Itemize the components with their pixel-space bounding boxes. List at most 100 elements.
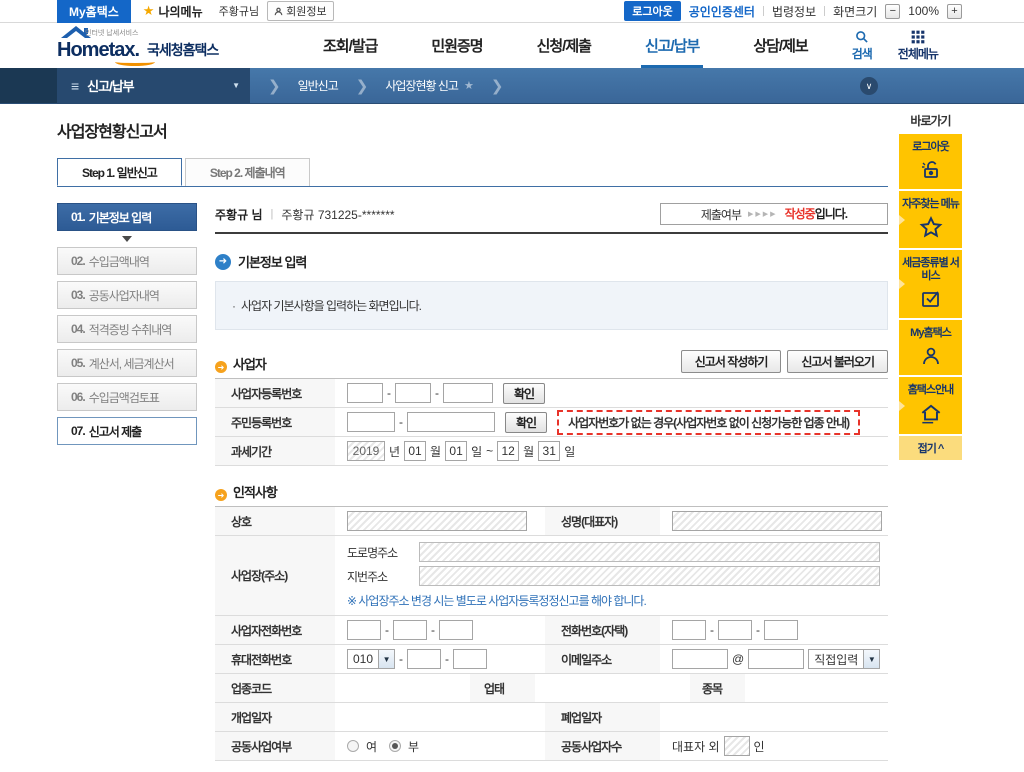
sidebar-step-06-review[interactable]: 06. 수입금액검토표: [57, 383, 197, 411]
all-menu-button[interactable]: 전체메뉴: [898, 30, 938, 62]
resident-reg-no-label: 주민등록번호: [215, 408, 335, 436]
write-report-button[interactable]: 신고서 작성하기: [681, 350, 782, 373]
dash: -: [399, 415, 403, 429]
nav-apply-submit[interactable]: 신청/제출: [537, 23, 591, 68]
tab-step1-general[interactable]: Step 1. 일반신고: [57, 158, 182, 186]
mobile-phone-label: 휴대전화번호: [215, 645, 335, 673]
dash: -: [435, 386, 439, 400]
email-id-input[interactable]: [672, 649, 728, 669]
load-report-button[interactable]: 신고서 불러오기: [787, 350, 888, 373]
sidebar-step-02-income[interactable]: 02. 수입금액내역: [57, 247, 197, 275]
sidebar-step-04-evidence[interactable]: 04. 적격증빙 수취내역: [57, 315, 197, 343]
breadcrumb-item-general[interactable]: 일반신고: [298, 77, 338, 94]
favorite-star-icon[interactable]: ★: [464, 79, 473, 92]
nav-civil-cert[interactable]: 민원증명: [431, 23, 482, 68]
quickbar-collapse-button[interactable]: 접기 ^: [899, 436, 962, 460]
header-tools: 검색 전체메뉴: [852, 30, 938, 62]
chevron-down-icon: ▼: [232, 81, 240, 90]
biz-reg-no-part3-input[interactable]: [443, 383, 493, 403]
top-right-tools: 로그아웃 공인인증센터 법령정보 화면크기 − 100% +: [624, 1, 962, 21]
step-tabs: Step 1. 일반신고 Step 2. 제출내역: [57, 158, 888, 187]
biz-phone-part2-input[interactable]: [393, 620, 427, 640]
biz-phone-part1-input[interactable]: [347, 620, 381, 640]
form-area: 주황규 님 | 주황규 731225-******* 제출여부 ▶▶▶▶ 작성중…: [215, 203, 888, 772]
end-month-input[interactable]: [497, 441, 519, 461]
rrn-part1-input[interactable]: [347, 412, 395, 432]
rrn-part2-input[interactable]: [407, 412, 495, 432]
mobile-prefix-select[interactable]: 010 ▼: [347, 649, 395, 669]
main-nav: 조회/발급 민원증명 신청/제출 신고/납부 상담/제보: [323, 23, 808, 68]
quickbar-logout[interactable]: 로그아웃: [899, 134, 962, 189]
sidebar-step-05-invoices[interactable]: 05. 계산서, 세금계산서: [57, 349, 197, 377]
breadcrumb-expand-button[interactable]: ∨: [860, 77, 878, 95]
confirm-biz-no-button[interactable]: 확인: [503, 383, 545, 404]
mobile-prefix-value: 010: [348, 652, 378, 666]
user-rrn: 주황규 731225-*******: [281, 206, 394, 223]
unit-year: 년: [389, 443, 400, 460]
unlock-icon: [919, 158, 943, 182]
sidebar-step-07-submit[interactable]: 07. 신고서 제출: [57, 417, 197, 445]
search-button[interactable]: 검색: [852, 30, 872, 62]
law-info-link[interactable]: 법령정보: [772, 3, 816, 20]
member-info-button[interactable]: 회원정보: [267, 1, 333, 21]
subsection-arrow-icon: ➜: [215, 489, 227, 501]
arrow-icons: ▶▶▶▶: [748, 210, 778, 218]
house-icon: [918, 401, 944, 427]
logo-tagline: 인터넷 납세서비스: [85, 28, 138, 38]
quickbar-hometax-guide[interactable]: 홈택스안내: [899, 377, 962, 434]
quickbar-item-label: 로그아웃: [912, 141, 948, 154]
start-day-input[interactable]: [445, 441, 467, 461]
no-biz-number-notice[interactable]: 사업자번호가 없는 경우(사업자번호 없이 신청가능한 업종 안내): [557, 410, 860, 435]
zoom-out-button[interactable]: −: [885, 4, 900, 19]
nav-consult-report[interactable]: 상담/제보: [753, 23, 807, 68]
star-icon: ★: [143, 3, 155, 19]
mobile-part2-input[interactable]: [407, 649, 441, 669]
biz-reg-no-part1-input[interactable]: [347, 383, 383, 403]
start-month-input[interactable]: [404, 441, 426, 461]
home-phone-part3-input[interactable]: [764, 620, 798, 640]
mobile-part3-input[interactable]: [453, 649, 487, 669]
road-address-input: [419, 542, 880, 562]
tax-year-input: [347, 441, 385, 461]
breadcrumb-item-business-status[interactable]: 사업장현황 신고: [385, 77, 458, 94]
biz-phone-part3-input[interactable]: [439, 620, 473, 640]
end-day-input[interactable]: [538, 441, 560, 461]
breadcrumb-menu-select[interactable]: ≡ 신고/납부 ▼: [57, 68, 250, 104]
address-change-note: ※ 사업장주소 변경 시는 별도로 사업자등록정정신고를 해야 합니다.: [347, 592, 888, 609]
sidebar-step-03-joint[interactable]: 03. 공동사업자내역: [57, 281, 197, 309]
ceo-name-label: 성명(대표자): [545, 507, 660, 535]
header: 인터넷 납세서비스 Hometax. 국세청홈택스 조회/발급 민원증명 신청/…: [0, 23, 1024, 68]
my-menu-link[interactable]: 나의메뉴: [158, 3, 202, 20]
biz-reg-no-part2-input[interactable]: [395, 383, 431, 403]
quickbar-my-hometax[interactable]: My홈택스: [899, 320, 962, 375]
industry-code-value: [335, 674, 470, 702]
select-arrow-icon: ▼: [863, 650, 879, 668]
quickbar-item-label: 세금종류별 서비스: [901, 257, 960, 283]
logout-button[interactable]: 로그아웃: [624, 1, 680, 21]
radio-joint-yes[interactable]: [347, 740, 359, 752]
my-hometax-button[interactable]: My홈택스: [57, 0, 131, 23]
home-phone-part2-input[interactable]: [718, 620, 752, 640]
nav-inquiry-issue[interactable]: 조회/발급: [323, 23, 377, 68]
step-number: 06.: [71, 390, 85, 404]
quickbar-tax-type-services[interactable]: 세금종류별 서비스: [899, 250, 962, 318]
checkbox-icon: [919, 287, 943, 311]
home-phone-part1-input[interactable]: [672, 620, 706, 640]
quickbar-favorite-menu[interactable]: 자주찾는 메뉴: [899, 191, 962, 248]
confirm-rrn-button[interactable]: 확인: [505, 412, 547, 433]
cert-center-link[interactable]: 공인인증센터: [689, 3, 755, 20]
email-domain-select[interactable]: 직접입력 ▼: [808, 649, 880, 669]
joint-count-label: 공동사업자수: [545, 732, 660, 760]
radio-joint-no[interactable]: [389, 740, 401, 752]
chevron-down-icon: ∨: [866, 81, 873, 92]
step-number: 07.: [71, 424, 85, 438]
tab-step2-submissions[interactable]: Step 2. 제출내역: [185, 158, 310, 186]
business-type-label: 업태: [470, 674, 535, 702]
hometax-logo[interactable]: 인터넷 납세서비스 Hometax. 국세청홈택스: [57, 29, 287, 62]
joint-count-suffix: 인: [754, 738, 765, 755]
zoom-in-button[interactable]: +: [947, 4, 962, 19]
sidebar-step-01-basic-info[interactable]: 01. 기본정보 입력: [57, 203, 197, 231]
quickbar-item-label: 자주찾는 메뉴: [902, 198, 959, 211]
nav-report-pay[interactable]: 신고/납부: [645, 23, 699, 68]
email-domain-input[interactable]: [748, 649, 804, 669]
